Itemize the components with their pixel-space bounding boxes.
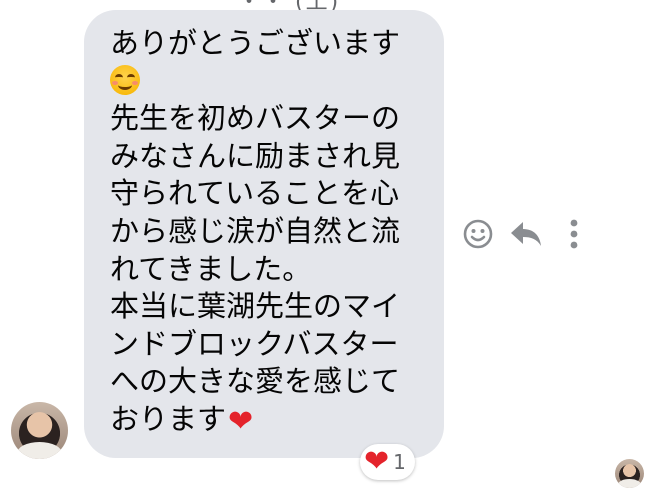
message-bubble[interactable]: ありがとうございます 先生を初めバスターの みなさんに励まされ見 守られているこ… xyxy=(84,10,444,458)
message-actions xyxy=(460,215,604,253)
message-line: への大きな愛を感じて xyxy=(110,364,401,399)
react-button[interactable] xyxy=(460,215,496,253)
smiley-icon xyxy=(463,219,493,249)
heart-reaction-icon: ❤ xyxy=(364,444,390,479)
message-line-last: おります❤ xyxy=(110,401,420,439)
message-line: 本当に葉湖先生のマイ xyxy=(110,289,401,324)
reaction-summary[interactable]: ❤ 1 xyxy=(360,444,415,480)
messenger-thread: ・・ (工) ありがとうございます 先生を初めバスターの みなさんに励まされ見 … xyxy=(0,0,652,504)
reaction-count: 1 xyxy=(393,450,406,474)
reply-button[interactable] xyxy=(508,215,544,253)
sender-avatar[interactable] xyxy=(11,402,68,459)
message-line: 先生を初めバスターの xyxy=(110,101,401,136)
more-button[interactable] xyxy=(556,215,592,253)
message-line-emoji xyxy=(110,63,420,101)
message-line: 守られていることを心 xyxy=(110,176,400,211)
more-vertical-icon xyxy=(570,219,578,249)
message-line: おります xyxy=(110,401,227,436)
message-line: ンドブロックバスター xyxy=(110,326,399,361)
read-receipt-avatar xyxy=(615,459,644,488)
red-heart-emoji-icon: ❤ xyxy=(228,403,254,439)
message-line: れてきました。 xyxy=(110,251,312,286)
reply-icon xyxy=(511,222,541,246)
message-line: から感じ涙が自然と流 xyxy=(110,213,401,248)
message-line: みなさんに励まされ見 xyxy=(110,138,401,173)
smiling-face-emoji-icon xyxy=(110,64,140,95)
message-line: ありがとうございます xyxy=(110,26,401,60)
